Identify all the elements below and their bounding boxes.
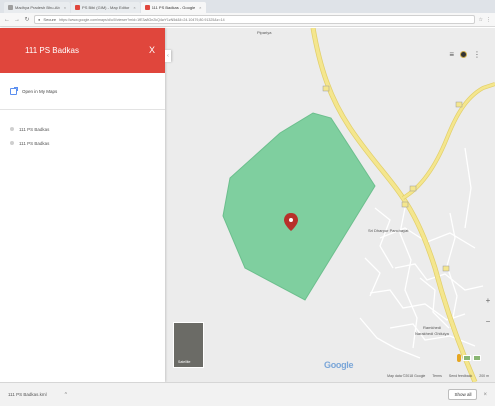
extensions-icon[interactable]: ⋮ <box>486 17 491 23</box>
tab-favicon-icon <box>144 5 150 10</box>
open-external-icon <box>10 86 18 95</box>
locality-label: Sri Dharpur Panchayat <box>368 228 409 233</box>
tab-close-icon[interactable]: × <box>64 5 66 10</box>
layer-dot-icon <box>10 127 14 131</box>
village-label-1: Ramkhedi <box>423 325 442 330</box>
map-footer: Map data ©2018 Google Terms Send feedbac… <box>387 374 489 378</box>
reload-icon[interactable]: ↻ <box>24 16 30 23</box>
map-details-panel: 111 PS Badkas X Open in My Maps 111 PS B… <box>0 28 165 382</box>
panel-collapse-button[interactable]: ‹ <box>165 50 171 62</box>
show-all-downloads-button[interactable]: Show all <box>448 389 478 400</box>
zoom-out-button[interactable]: − <box>486 317 491 326</box>
panel-title: 111 PS Badkas <box>25 46 79 55</box>
browser-tab-3[interactable]: 111 PS Badkas - Google × <box>140 2 206 13</box>
download-bar: 111 PS Badkas.kml ^ Show all × <box>0 382 495 406</box>
tab-label: Madhya Pradesh Bhu-Ab <box>15 5 60 10</box>
tab-favicon-icon <box>75 5 81 10</box>
list-item[interactable]: 111 PS Badkas <box>0 136 165 150</box>
layer-label: 111 PS Badkas <box>19 126 50 132</box>
browser-tab-1[interactable]: Madhya Pradesh Bhu-Ab × <box>4 2 71 13</box>
tab-label: PS Bibi (GIM) - Map Editor <box>82 5 130 10</box>
map-canvas[interactable]: Pipariya Sri Dharpur Panchayat Ramkhedi … <box>165 28 495 382</box>
layer-label: 111 PS Badkas <box>19 140 50 146</box>
open-in-my-maps-label: Open in My Maps <box>22 88 58 94</box>
layer-list: 111 PS Badkas 111 PS Badkas <box>0 110 165 150</box>
download-menu-caret-icon[interactable]: ^ <box>65 392 67 398</box>
terms-link[interactable]: Terms <box>432 374 442 378</box>
pegman-icon[interactable] <box>457 354 461 362</box>
village-label-2: Narakhedi Ghiluiya <box>415 331 449 336</box>
address-bar: ← → ↻ ● Secure https://www.google.com/ma… <box>0 13 495 27</box>
browser-tab-strip: Madhya Pradesh Bhu-Ab × PS Bibi (GIM) - … <box>0 0 495 13</box>
secure-label: Secure <box>43 17 57 22</box>
list-item[interactable]: 111 PS Badkas <box>0 122 165 136</box>
my-location-icon[interactable] <box>460 51 467 58</box>
area-polygon <box>222 112 376 301</box>
lock-icon: ● <box>38 17 41 22</box>
tab-close-icon[interactable]: × <box>133 5 135 10</box>
download-bar-close-icon[interactable]: × <box>483 392 487 398</box>
panel-close-button[interactable]: X <box>149 46 155 55</box>
place-label-top: Pipariya <box>257 30 272 35</box>
map-type-tile[interactable] <box>463 355 471 361</box>
map-legend-icon[interactable]: ≡ <box>449 50 454 59</box>
zoom-controls: + − <box>483 296 493 326</box>
scale-label: 200 m <box>479 374 489 378</box>
zoom-in-button[interactable]: + <box>486 296 491 305</box>
download-file-item[interactable]: 111 PS Badkas.kml <box>8 392 47 397</box>
feedback-link[interactable]: Send feedback <box>449 374 472 378</box>
google-logo: Google <box>324 360 354 370</box>
satellite-label: Satellite <box>178 360 191 364</box>
more-options-icon[interactable]: ⋮ <box>473 50 481 59</box>
satellite-toggle-button[interactable]: Satellite <box>173 322 204 368</box>
map-type-tile[interactable] <box>473 355 481 361</box>
browser-tab-2[interactable]: PS Bibi (GIM) - Map Editor × <box>71 2 140 13</box>
forward-icon[interactable]: → <box>14 17 20 23</box>
panel-header: 111 PS Badkas X <box>0 28 165 73</box>
layer-dot-icon <box>10 141 14 145</box>
star-icon[interactable]: ☆ <box>479 17 483 23</box>
map-attribution: Map data ©2018 Google <box>387 374 426 378</box>
tab-close-icon[interactable]: × <box>199 5 201 10</box>
tab-favicon-icon <box>8 5 13 10</box>
url-input[interactable]: ● Secure https://www.google.com/maps/d/u… <box>34 15 475 24</box>
tab-label: 111 PS Badkas - Google <box>151 5 196 10</box>
map-drawing <box>222 28 495 382</box>
url-text: https://www.google.com/maps/d/u/0/viewer… <box>59 17 225 22</box>
street-view-controls[interactable] <box>457 354 481 362</box>
back-icon[interactable]: ← <box>4 17 10 23</box>
open-in-my-maps-link[interactable]: Open in My Maps <box>0 73 165 110</box>
